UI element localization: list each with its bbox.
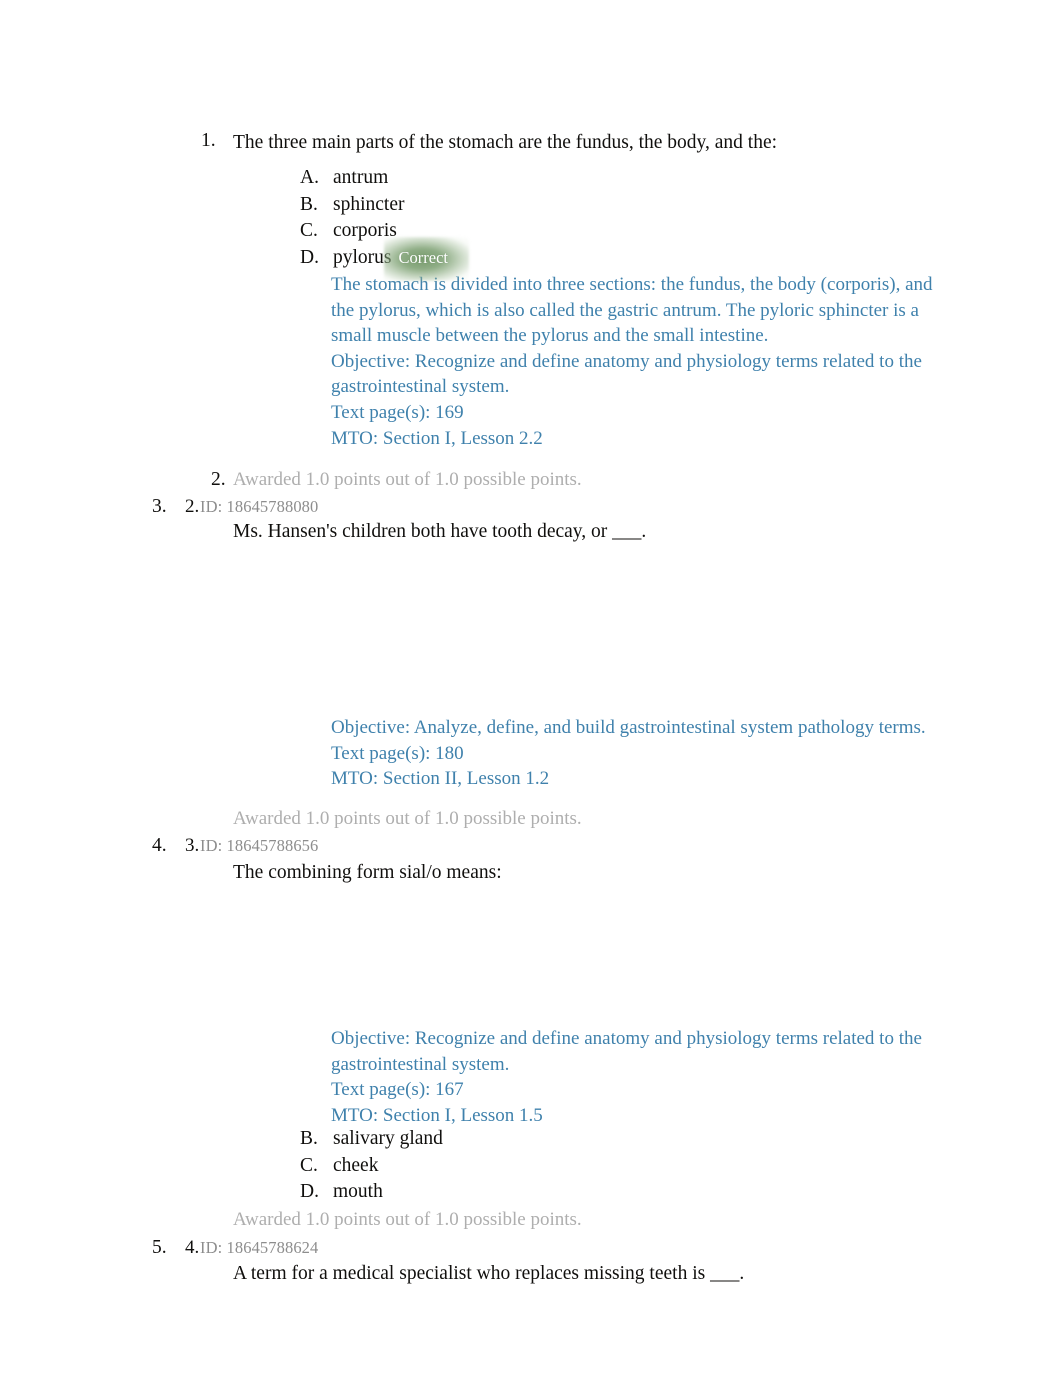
question-3-id: ID: 18645788656 [200,836,319,855]
question-2-feedback: Objective: Analyze, define, and build ga… [331,715,943,792]
question-4-id: ID: 18645788624 [200,1238,319,1257]
objective-text: Objective: Recognize and define anatomy … [331,1028,922,1075]
option-letter: A. [300,167,319,188]
question-2-stem: Ms. Hansen's children both have tooth de… [233,521,647,542]
option-row[interactable]: B. salivary gland [300,1128,443,1155]
mto-reference: MTO: Section I, Lesson 2.2 [331,427,543,449]
question-2-inner-marker: 2. [185,496,200,517]
question-3-inner-marker: 3. [185,835,200,856]
option-text: mouth [333,1181,383,1202]
option-letter: C. [300,220,318,241]
option-row[interactable]: C. cheek [300,1155,443,1182]
mto-reference: MTO: Section I, Lesson 1.5 [331,1104,543,1126]
question-1-feedback: The stomach is divided into three sectio… [331,272,943,451]
question-3-outer-marker: 4. [152,835,167,856]
question-4-stem: A term for a medical specialist who repl… [233,1263,745,1284]
option-letter: B. [300,1128,318,1149]
question-4-inner-marker: 4. [185,1237,200,1258]
question-1-marker: 1. [201,130,216,151]
option-text: antrum [333,167,389,188]
option-letter: D. [300,246,319,268]
text-pages: Text page(s): 167 [331,1079,464,1101]
option-text: sphincter [333,193,405,215]
question-1-awarded-marker: 2. [211,469,226,490]
option-letter: D. [300,1181,319,1202]
question-2-awarded-points: Awarded 1.0 points out of 1.0 possible p… [233,808,582,829]
correct-badge: Correct [392,247,457,270]
question-3-stem: The combining form sial/o means: [233,862,502,883]
correct-badge-label: Correct [398,247,448,267]
option-text: salivary gland [333,1128,443,1149]
option-text: cheek [333,1154,379,1176]
question-3-awarded-points: Awarded 1.0 points out of 1.0 possible p… [233,1209,582,1230]
mto-reference: MTO: Section II, Lesson 1.2 [331,768,550,790]
question-3-options: B. salivary gland C. cheek D. mouth [300,1128,443,1208]
option-letter: B. [300,193,318,215]
question-3-feedback: Objective: Recognize and define anatomy … [331,1026,943,1128]
option-letter: C. [300,1154,318,1176]
option-row[interactable]: B. sphincter [300,194,457,221]
question-2-id: ID: 18645788080 [200,497,319,516]
objective-text: Objective: Analyze, define, and build ga… [331,717,926,738]
option-row[interactable]: A. antrum [300,167,457,194]
question-4-outer-marker: 5. [152,1237,167,1258]
rationale-text: The stomach is divided into three sectio… [331,274,933,347]
question-2-outer-marker: 3. [152,496,167,517]
question-1-options: A. antrum B. sphincter C. corporis D. pyloru… [300,167,457,273]
quiz-review-page: 1. The three main parts of the stomach a… [0,0,1062,1377]
option-row[interactable]: D. mouth [300,1181,443,1208]
question-1-stem: The three main parts of the stomach are … [233,132,778,153]
objective-text: Objective: Recognize and define anatomy … [331,350,922,398]
option-row-selected[interactable]: D. pylorus Correct [300,247,457,274]
text-pages: Text page(s): 169 [331,401,464,423]
question-1-awarded-points: Awarded 1.0 points out of 1.0 possible p… [233,469,582,490]
text-pages: Text page(s): 180 [331,742,464,764]
